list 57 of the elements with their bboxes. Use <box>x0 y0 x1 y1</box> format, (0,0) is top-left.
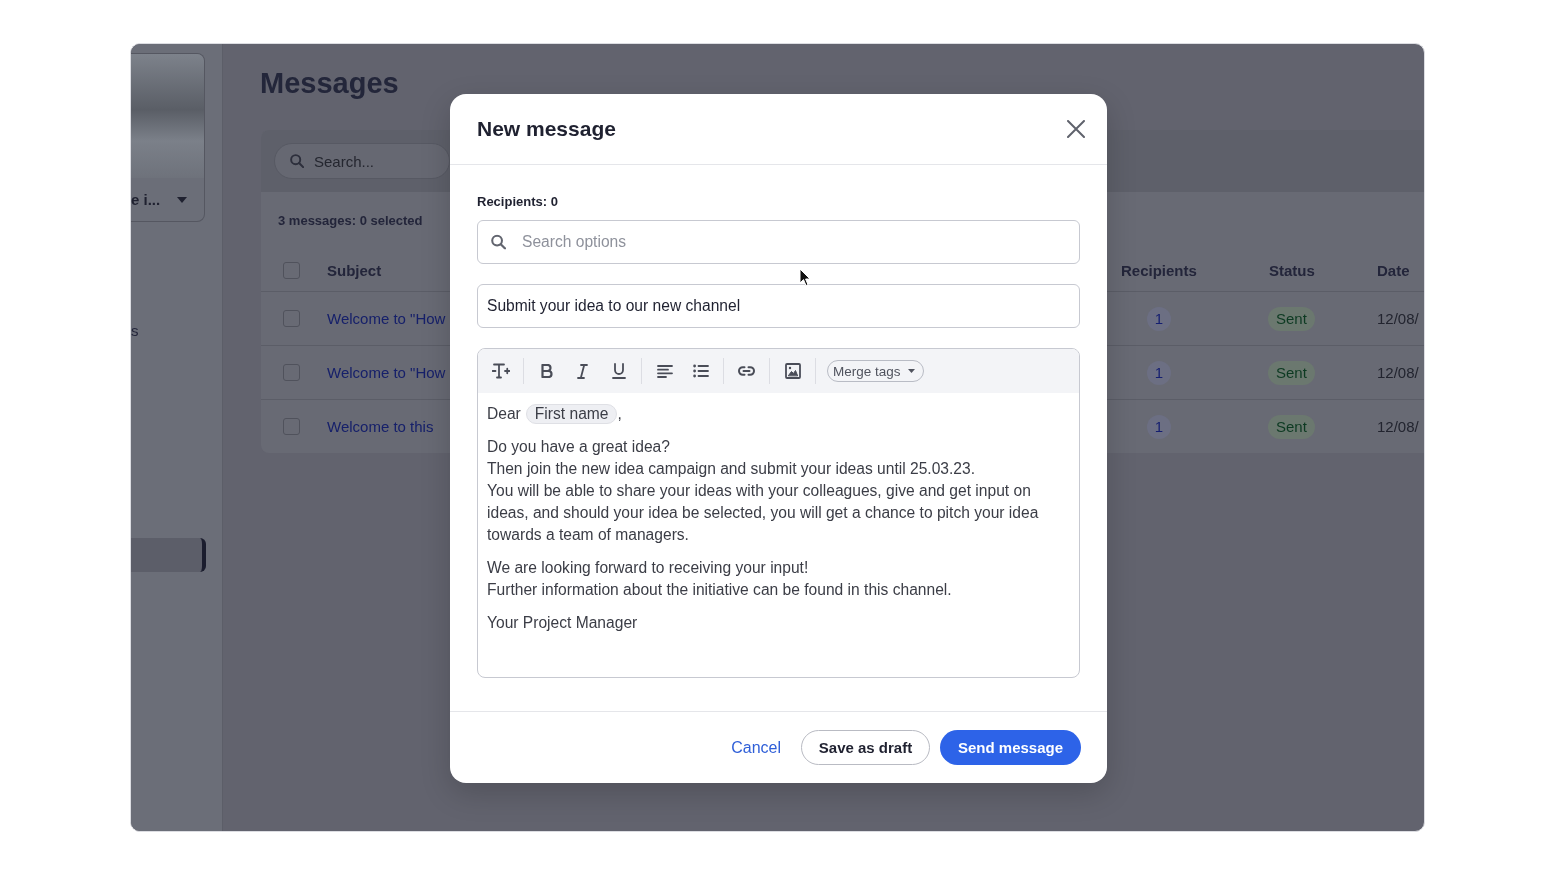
dialog-title: New message <box>477 117 616 141</box>
account-menu-button[interactable]: e i... <box>131 178 204 221</box>
subject-link[interactable]: Welcome to this <box>327 418 434 435</box>
recipients-label: Recipients: 0 <box>477 194 558 210</box>
sidebar-item[interactable]: s <box>131 313 206 347</box>
message-text: You will be able to share your ideas with your colleagues, give and get input on ideas, and should your idea be selected, you will get a chance to pitch your idea towards a team of managers. <box>487 481 1040 545</box>
greeting-punctuation: , <box>617 404 622 424</box>
italic-icon <box>577 363 588 379</box>
message-text: Further information about the initiative can be found in this channel. <box>487 580 953 600</box>
row-checkbox[interactable] <box>283 418 300 435</box>
recipient-search-field[interactable]: Search options <box>477 220 1080 264</box>
page-title: Messages <box>260 66 399 101</box>
link-icon <box>738 366 755 376</box>
underline-icon <box>611 363 626 379</box>
align-left-icon <box>656 364 673 378</box>
message-text: We are looking forward to receiving your input! <box>487 558 810 578</box>
column-header: Date <box>1377 261 1410 279</box>
status-badge: Sent <box>1268 414 1315 439</box>
caret-icon <box>907 369 915 373</box>
merge-tag-chip: First name <box>525 404 618 424</box>
status-badge: Sent <box>1268 306 1315 331</box>
caret-icon <box>177 196 187 203</box>
selection-summary: 3 messages: 0 selected <box>277 212 424 230</box>
subject-link[interactable]: Welcome to "How <box>327 364 446 381</box>
column-header: Status <box>1269 261 1315 279</box>
close-icon <box>1067 120 1085 138</box>
search-field[interactable]: Search... <box>274 143 450 179</box>
message-text: Do you have a great idea? <box>487 437 671 457</box>
message-text: Then join the new idea campaign and submit your ideas until 25.03.23. <box>487 459 977 479</box>
date-text: 12/08/ <box>1377 310 1419 327</box>
save-draft-button[interactable]: Save as draft <box>801 730 930 765</box>
greeting-text: Dear <box>487 404 521 424</box>
bullet-list-icon <box>692 364 709 378</box>
recipients-count: 1 <box>1147 414 1171 439</box>
message-editor[interactable] <box>477 348 1080 678</box>
column-header: Subject <box>327 261 382 279</box>
row-checkbox[interactable] <box>283 364 300 381</box>
bold-icon <box>540 364 553 378</box>
subject-link[interactable]: Welcome to "How <box>327 310 446 327</box>
send-button[interactable]: Send message <box>940 730 1081 765</box>
sidebar-item[interactable] <box>131 538 206 572</box>
recipients-count: 1 <box>1147 306 1171 331</box>
search-icon <box>290 154 304 168</box>
message-text: Your Project Manager <box>487 613 639 633</box>
image-icon <box>784 363 801 379</box>
column-header: Recipients <box>1121 261 1197 279</box>
mouse-pointer-icon <box>799 268 811 287</box>
date-text: 12/08/ <box>1377 418 1419 435</box>
text-size-icon <box>491 363 510 379</box>
recipients-count: 1 <box>1147 360 1171 385</box>
status-badge: Sent <box>1268 360 1315 385</box>
close-button[interactable] <box>1067 120 1085 138</box>
select-all-checkbox[interactable] <box>283 261 300 279</box>
date-text: 12/08/ <box>1377 364 1419 381</box>
search-icon <box>491 234 506 250</box>
row-checkbox[interactable] <box>283 310 300 327</box>
subject-field[interactable]: Submit your idea to our new channel <box>477 284 1080 328</box>
